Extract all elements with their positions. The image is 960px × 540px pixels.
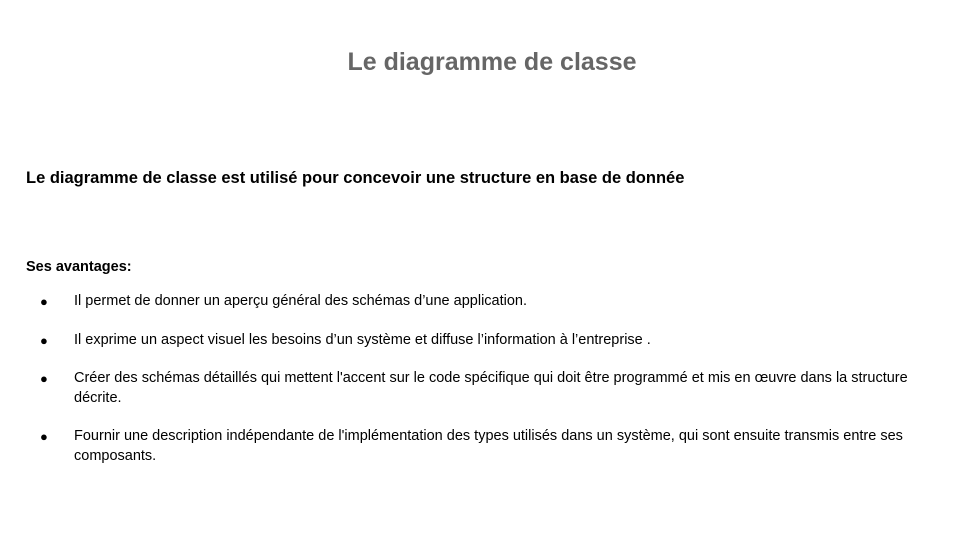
slide-title: Le diagramme de classe <box>347 48 637 76</box>
list-item: ● Créer des schémas détaillés qui metten… <box>0 369 960 408</box>
slide: Le diagramme de classe Le diagramme de c… <box>0 0 960 540</box>
bullet-icon: ● <box>40 332 48 348</box>
intro-text: Le diagramme de classe est utilisé pour … <box>26 169 685 187</box>
list-item-text: Il exprime un aspect visuel les besoins … <box>74 331 651 348</box>
list-item: ● Il permet de donner un aperçu général … <box>0 292 960 312</box>
bullet-icon: ● <box>40 294 48 309</box>
list-item-text: Il permet de donner un aperçu général de… <box>74 293 528 309</box>
list-item: ● Fournir une description indépendante d… <box>0 427 960 466</box>
list-item-text: Fournir une description indépendante de … <box>74 428 903 464</box>
advantages-heading: Ses avantages: <box>26 259 132 275</box>
advantages-list: ● Il permet de donner un aperçu général … <box>0 292 960 485</box>
list-item-text: Créer des schémas détaillés qui mettent … <box>74 370 908 406</box>
list-item: ● Il exprime un aspect visuel les besoin… <box>0 331 960 351</box>
bullet-icon: ● <box>40 371 48 386</box>
bullet-icon: ● <box>40 429 48 444</box>
